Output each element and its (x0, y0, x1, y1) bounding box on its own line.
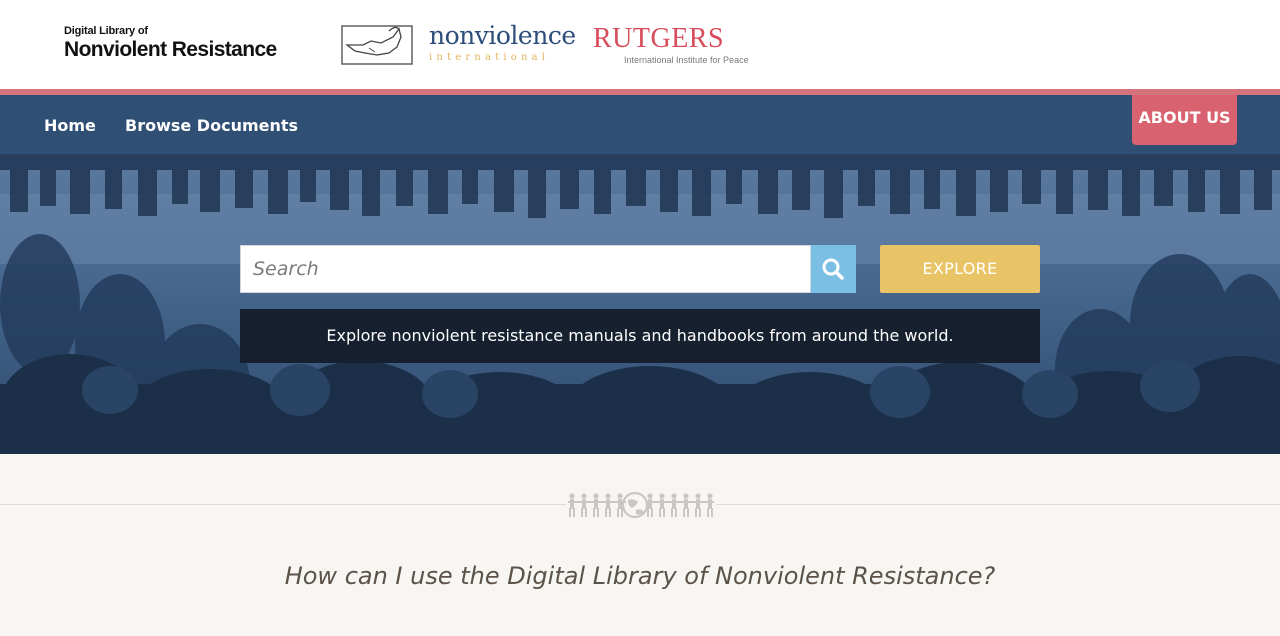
main-nav: Home Browse Documents (0, 95, 1280, 154)
site-logo-title: Nonviolent Resistance (64, 38, 277, 61)
section-heading: How can I use the Digital Library of Non… (284, 562, 996, 590)
site-header: Digital Library of Nonviolent Resistance… (0, 0, 1280, 89)
nav-home-link[interactable]: Home (44, 116, 96, 135)
partner-nonviolence-text: nonviolence (429, 21, 576, 50)
hero-tagline: Explore nonviolent resistance manuals an… (240, 309, 1040, 363)
search-input[interactable] (240, 245, 811, 293)
hero-background-photo (0, 154, 1280, 454)
rutgers-subtitle: International Institute for Peace (624, 55, 749, 65)
site-logo-subtitle: Digital Library of (64, 25, 148, 37)
dove-icon (341, 25, 413, 65)
partner-nonviolence-subtext: international (429, 52, 550, 63)
nonviolence-international-logo[interactable]: nonviolence international (341, 21, 581, 69)
rutgers-logo[interactable]: RUTGERS International Institute for Peac… (593, 23, 749, 66)
rutgers-wordmark: RUTGERS (593, 23, 725, 54)
explore-button[interactable]: EXPLORE (880, 245, 1040, 293)
site-logo[interactable]: Digital Library of Nonviolent Resistance (64, 25, 277, 62)
about-us-button[interactable]: ABOUT US (1132, 95, 1237, 145)
search-button[interactable] (811, 245, 856, 293)
search-icon (822, 258, 844, 280)
people-globe-icon (566, 490, 716, 520)
nav-browse-documents-link[interactable]: Browse Documents (125, 116, 298, 135)
hero-banner: EXPLORE Explore nonviolent resistance ma… (0, 154, 1280, 454)
